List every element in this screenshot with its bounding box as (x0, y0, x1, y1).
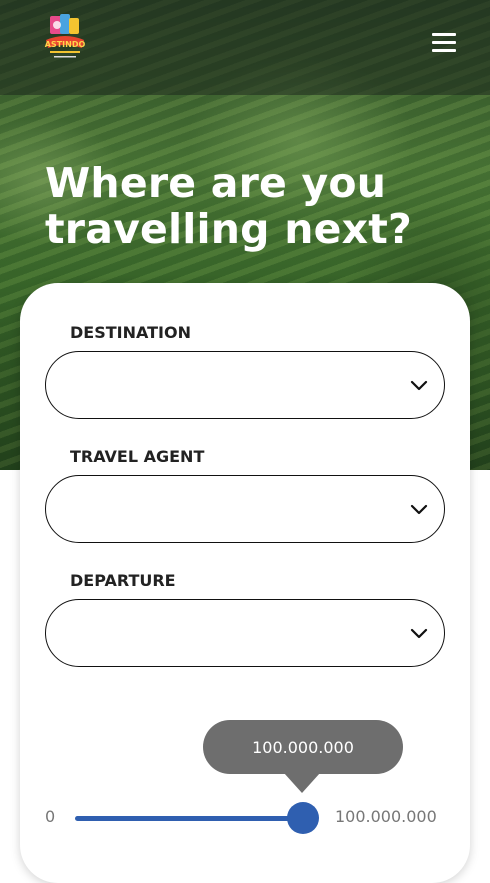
travel-agent-label: TRAVEL AGENT (70, 447, 205, 466)
astindo-logo[interactable]: ASTINDO (42, 12, 88, 62)
logo-wordmark: ASTINDO (45, 40, 86, 49)
departure-label: DEPARTURE (70, 571, 176, 590)
slider-current-value: 100.000.000 (252, 737, 354, 757)
tooltip-pointer (284, 773, 320, 793)
search-form-card: DESTINATION TRAVEL AGENT DEPARTURE 100.0… (20, 283, 470, 883)
chevron-down-icon (410, 504, 428, 515)
hamburger-menu-icon[interactable] (426, 28, 462, 58)
travel-agent-select[interactable] (45, 475, 445, 543)
slider-max-label: 100.000.000 (335, 807, 437, 826)
slider-value-tooltip: 100.000.000 (203, 720, 403, 774)
slider-thumb[interactable] (287, 802, 319, 834)
departure-select[interactable] (45, 599, 445, 667)
slider-track-fill[interactable] (75, 816, 303, 821)
destination-select[interactable] (45, 351, 445, 419)
chevron-down-icon (410, 628, 428, 639)
top-navigation-bar: ASTINDO (0, 0, 490, 95)
chevron-down-icon (410, 380, 428, 391)
destination-label: DESTINATION (70, 323, 191, 342)
page-headline: Where are you travelling next? (45, 159, 413, 253)
slider-min-label: 0 (45, 807, 56, 826)
